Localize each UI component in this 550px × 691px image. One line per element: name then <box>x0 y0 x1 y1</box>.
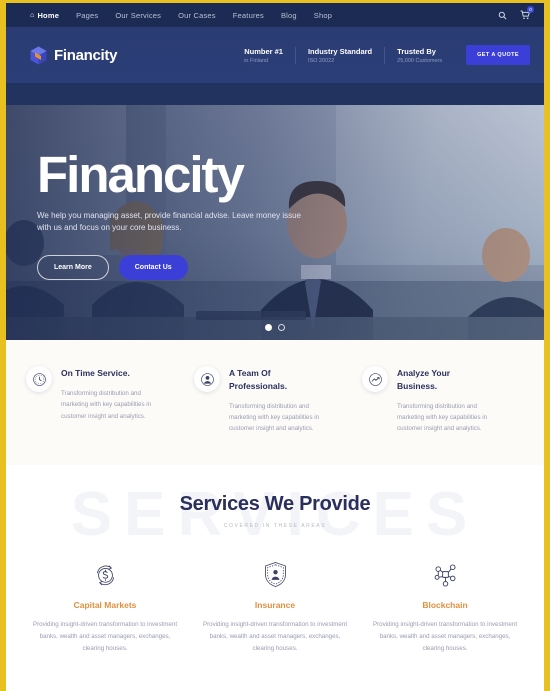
service-cards: Capital Markets Providing insight-driven… <box>6 559 544 655</box>
service-card-title: Insurance <box>254 599 296 610</box>
user-circle-icon <box>194 366 220 392</box>
nav-item-blog[interactable]: Blog <box>281 11 297 20</box>
nav-item-label: Home <box>37 10 60 20</box>
feature-title: Analyze Your Business. <box>397 368 451 391</box>
stat-title: Trusted By <box>397 46 436 56</box>
stat-subtitle: in Finland <box>244 57 269 64</box>
clock-icon <box>26 366 52 392</box>
feature-body: Analyze Your Business. Transforming dist… <box>397 366 497 435</box>
slider-dot-1[interactable] <box>265 324 272 331</box>
page-root: ⌂ Home Pages Our Services Our Cases Feat… <box>6 3 544 691</box>
stat-title: Industry Standard <box>307 46 373 56</box>
service-card-text: Providing insight-driven transformation … <box>32 620 178 653</box>
service-card-blockchain[interactable]: Blockchain Providing insight-driven tran… <box>360 559 530 655</box>
service-card-title: Blockchain <box>422 599 468 610</box>
slider-dot-2[interactable] <box>278 324 285 331</box>
feature-on-time-service: On Time Service. Transforming distributi… <box>26 366 188 435</box>
nav-utilities: 0 <box>498 6 534 20</box>
site-header: Financity Number #1 in Finland Industry … <box>6 27 544 83</box>
get-a-quote-button[interactable]: GET A QUOTE <box>466 45 530 65</box>
feature-title: On Time Service. <box>61 368 130 378</box>
shield-person-icon <box>196 559 354 591</box>
nav-item-our-services[interactable]: Our Services <box>115 11 161 20</box>
blockchain-nodes-icon <box>366 559 524 591</box>
service-card-text: Providing insight-driven transformation … <box>202 620 348 653</box>
header-stat-industry-standard: Industry Standard ISO 20022 <box>294 46 384 64</box>
nav-item-features[interactable]: Features <box>233 11 264 20</box>
feature-title: A Team Of Professionals. <box>229 368 288 391</box>
brand-name: Financity <box>54 46 118 64</box>
feature-text: Transforming distribution and marketing … <box>397 402 488 433</box>
brand-logo[interactable]: Financity <box>30 46 117 65</box>
feature-analyze-your-business: Analyze Your Business. Transforming dist… <box>362 366 524 435</box>
hero-subtitle: We help you managing asset, provide fina… <box>37 211 302 233</box>
nav-item-home[interactable]: ⌂ Home <box>30 11 59 20</box>
service-card-insurance[interactable]: Insurance Providing insight-driven trans… <box>190 559 360 655</box>
service-card-text: Providing insight-driven transformation … <box>372 620 518 653</box>
header-divider-strip <box>6 83 544 105</box>
cart-icon[interactable]: 0 <box>520 6 534 20</box>
cube-logo-icon <box>30 46 47 65</box>
features-section: On Time Service. Transforming distributi… <box>6 340 544 465</box>
nav-item-our-cases[interactable]: Our Cases <box>178 11 216 20</box>
header-stat-trusted-by: Trusted By 25,000 Customers <box>384 46 454 64</box>
nav-menu: ⌂ Home Pages Our Services Our Cases Feat… <box>30 11 332 20</box>
feature-text: Transforming distribution and marketing … <box>61 389 152 420</box>
search-icon[interactable] <box>498 11 507 20</box>
services-section: SERVICES Services We Provide COVERED IN … <box>6 464 544 656</box>
hero-title: Financity <box>37 146 245 203</box>
nav-item-shop[interactable]: Shop <box>314 11 332 20</box>
top-navigation-bar: ⌂ Home Pages Our Services Our Cases Feat… <box>6 3 544 27</box>
feature-text: Transforming distribution and marketing … <box>229 402 320 433</box>
hero-slider: Financity We help you managing asset, pr… <box>6 105 544 340</box>
feature-body: A Team Of Professionals. Transforming di… <box>229 366 329 435</box>
learn-more-button[interactable]: Learn More <box>37 254 109 280</box>
service-card-capital-markets[interactable]: Capital Markets Providing insight-driven… <box>20 559 190 655</box>
header-stats-group: Number #1 in Finland Industry Standard I… <box>232 45 530 65</box>
feature-body: On Time Service. Transforming distributi… <box>61 366 161 435</box>
nav-item-pages[interactable]: Pages <box>76 11 98 20</box>
header-stat-number-one: Number #1 in Finland <box>232 47 295 64</box>
home-icon: ⌂ <box>30 11 35 19</box>
services-heading-block: Services We Provide COVERED IN THESE ARE… <box>6 493 544 529</box>
hero-button-group: Learn More Contact Us <box>37 254 514 280</box>
chart-growth-icon <box>362 366 388 392</box>
hero-content: Financity We help you managing asset, pr… <box>37 149 514 280</box>
stat-subtitle: ISO 20022 <box>307 57 335 64</box>
services-subtitle: COVERED IN THESE AREAS <box>223 522 327 529</box>
dollar-refresh-icon <box>26 559 184 591</box>
service-card-title: Capital Markets <box>73 599 137 610</box>
feature-team-of-professionals: A Team Of Professionals. Transforming di… <box>194 366 356 435</box>
hero-slider-dots <box>6 324 544 331</box>
services-title: Services We Provide <box>179 492 371 515</box>
stat-subtitle: 25,000 Customers <box>397 57 443 64</box>
stat-title: Number #1 <box>244 46 283 56</box>
cart-count-badge: 0 <box>527 6 534 13</box>
contact-us-button[interactable]: Contact Us <box>118 254 188 280</box>
